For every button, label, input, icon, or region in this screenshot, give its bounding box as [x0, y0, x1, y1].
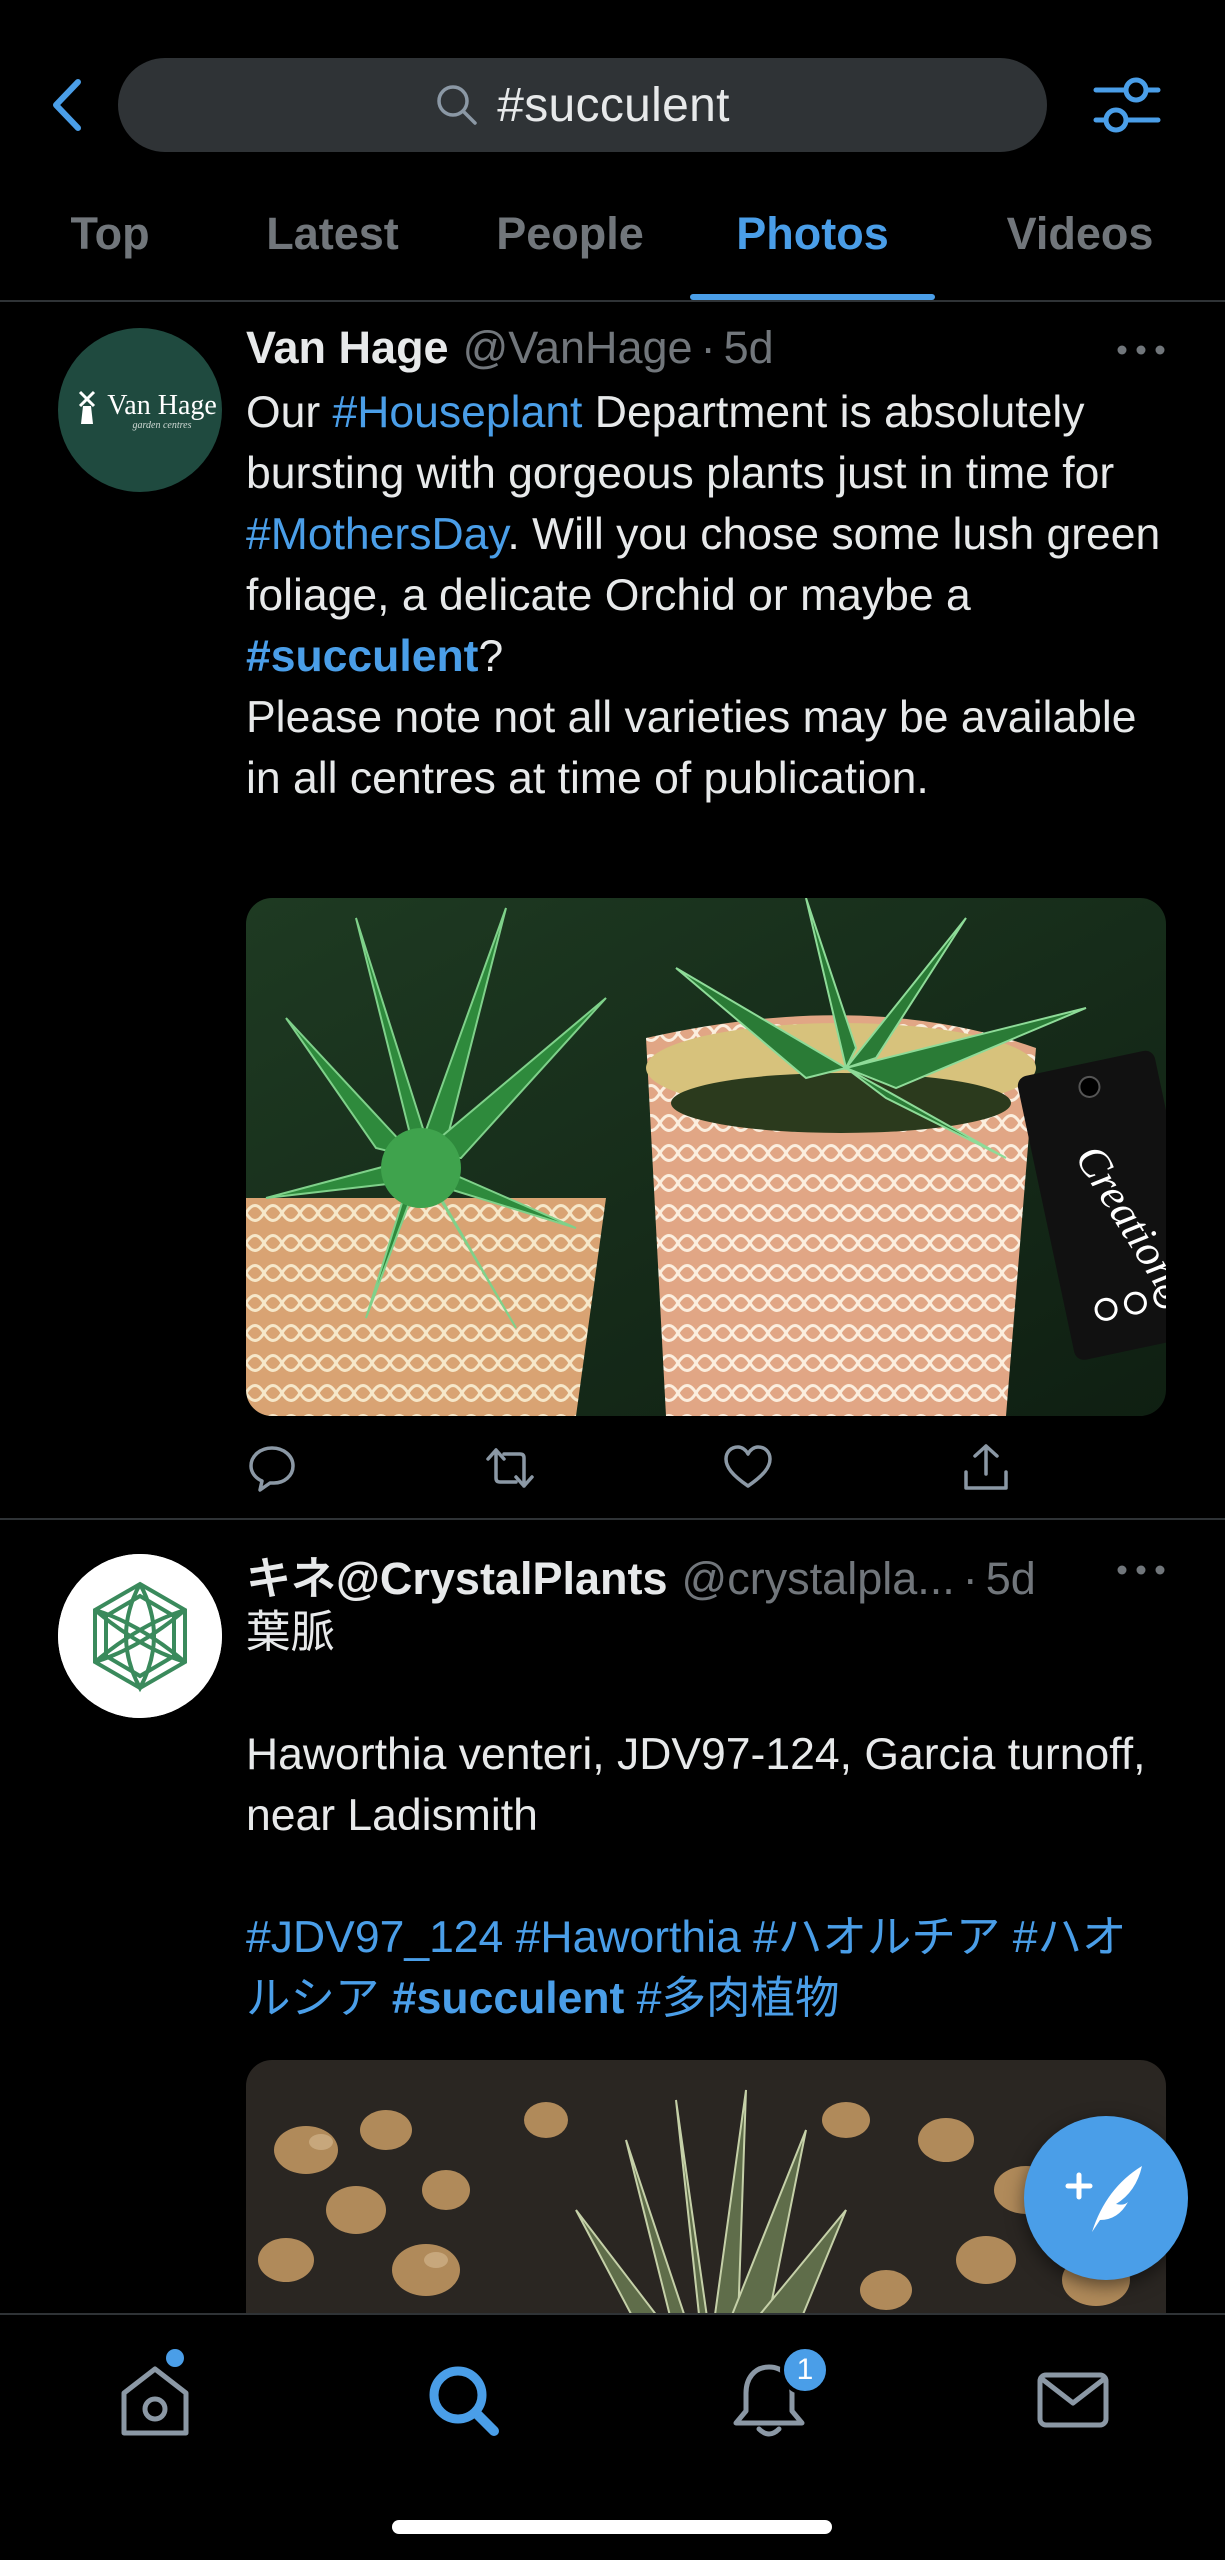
tweet-photo[interactable]: Creations — [246, 898, 1166, 1416]
retweet-button[interactable] — [484, 1442, 536, 1494]
display-name[interactable]: キネ@CrystalPlants — [246, 1542, 668, 1607]
tab-photos[interactable]: Photos — [690, 190, 935, 300]
hashtag-mothersday[interactable]: #MothersDay — [246, 510, 507, 559]
search-icon — [437, 85, 477, 125]
text-line: Haworthia venteri, JDV97-124, Garcia tur… — [246, 1730, 1146, 1840]
separator-dot: · — [700, 322, 716, 373]
hashtag-haoruchia[interactable]: #ハオルチア — [753, 1913, 1000, 1962]
tweet-text: Our #Houseplant Department is absolutely… — [246, 382, 1166, 809]
more-options-button[interactable] — [1116, 330, 1166, 370]
share-button[interactable] — [960, 1442, 1012, 1494]
username[interactable]: @crystalpla... — [682, 1553, 955, 1605]
search-filter-button[interactable] — [1092, 72, 1162, 138]
retweet-icon — [486, 1448, 534, 1488]
nav-search[interactable] — [418, 2355, 508, 2445]
hashtag-haworthia[interactable]: #Haworthia — [516, 1913, 741, 1962]
sliders-icon — [1093, 77, 1161, 133]
like-button[interactable] — [722, 1442, 774, 1494]
text-segment: Our — [246, 388, 333, 437]
svg-text:Van Hage: Van Hage — [107, 390, 217, 421]
home-new-content-dot — [166, 2349, 184, 2367]
mail-icon — [1037, 2372, 1109, 2428]
separator-dot: · — [962, 1553, 978, 1604]
header: #succulent Top Latest People Photos Vide… — [0, 0, 1225, 302]
text-line: 葉脈 — [246, 1608, 336, 1657]
more-options-button[interactable] — [1116, 1550, 1166, 1590]
svg-text:garden centres: garden centres — [133, 420, 192, 431]
home-indicator-bar[interactable] — [392, 2520, 832, 2534]
succulent-photo: Creations — [246, 898, 1166, 1416]
tab-videos[interactable]: Videos — [980, 190, 1180, 300]
search-query: #succulent — [497, 78, 730, 132]
more-horizontal-icon — [1117, 345, 1165, 355]
tweet-header: Van Hage @VanHage · 5d — [246, 322, 1166, 382]
text-segment: ? — [478, 632, 504, 681]
more-horizontal-icon — [1117, 1565, 1165, 1575]
heart-icon — [724, 1445, 772, 1488]
reply-icon — [249, 1446, 295, 1492]
tweet-content: Van Hage @VanHage · 5d Our #Houseplant D… — [246, 322, 1166, 809]
tweet-text: 葉脈 Haworthia venteri, JDV97-124, Garcia … — [246, 1602, 1166, 2029]
nav-home[interactable] — [110, 2355, 200, 2445]
search-icon — [429, 2366, 499, 2436]
timestamp[interactable]: 5d — [724, 322, 774, 374]
chevron-left-icon — [53, 79, 81, 131]
hashtag-houseplant[interactable]: #Houseplant — [333, 388, 583, 437]
tweet-vanhage[interactable]: Van Hage garden centres Van Hage @VanHag… — [0, 302, 1225, 1520]
tab-people[interactable]: People — [470, 190, 670, 300]
crystal-logo — [58, 1554, 222, 1718]
tweet-header: キネ@CrystalPlants @crystalpla... · 5d — [246, 1542, 1166, 1605]
hashtag-succulent[interactable]: #succulent — [246, 632, 478, 681]
hashtag-jdv97[interactable]: #JDV97_124 — [246, 1913, 503, 1962]
avatar[interactable]: Van Hage garden centres — [58, 328, 222, 492]
notifications-badge: 1 — [780, 2345, 830, 2395]
compose-feather-icon — [1065, 2166, 1142, 2232]
tab-latest[interactable]: Latest — [240, 190, 425, 300]
tweet-actions — [246, 1442, 1026, 1502]
nav-messages[interactable] — [1028, 2355, 1118, 2445]
avatar[interactable] — [58, 1554, 222, 1718]
username[interactable]: @VanHage — [463, 322, 693, 374]
compose-tweet-button[interactable] — [1024, 2116, 1188, 2280]
hashtag-tanikushokubutsu[interactable]: #多肉植物 — [637, 1974, 840, 2023]
search-input[interactable]: #succulent — [118, 58, 1047, 152]
tab-top[interactable]: Top — [40, 190, 180, 300]
share-icon — [964, 1444, 1008, 1490]
back-button[interactable] — [44, 72, 94, 138]
search-tabs: Top Latest People Photos Videos — [0, 190, 1225, 300]
reply-button[interactable] — [246, 1442, 298, 1494]
timestamp[interactable]: 5d — [986, 1553, 1036, 1605]
display-name[interactable]: Van Hage — [246, 322, 449, 374]
text-segment: Please note not all varieties may be ava… — [246, 693, 1137, 803]
home-icon — [121, 2366, 189, 2436]
van-hage-logo: Van Hage garden centres — [58, 328, 222, 492]
hashtag-succulent[interactable]: #succulent — [392, 1974, 624, 2023]
tweet-content: キネ@CrystalPlants @crystalpla... · 5d 葉脈 … — [246, 1542, 1166, 2029]
